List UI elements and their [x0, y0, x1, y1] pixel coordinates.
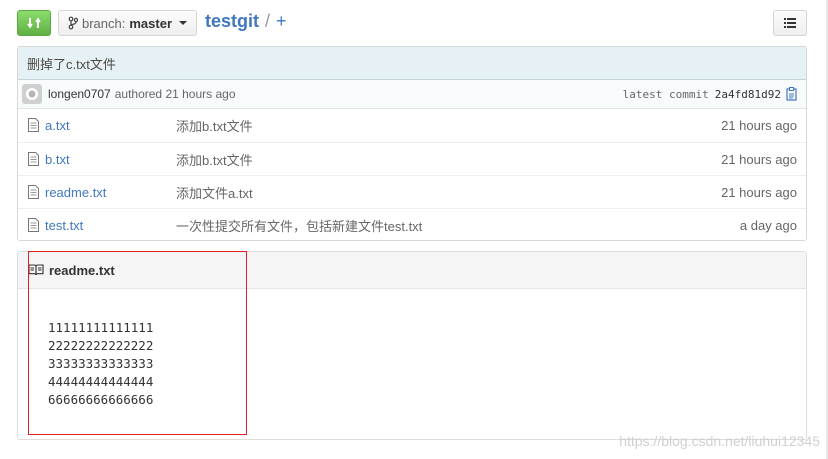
compare-button[interactable]: [17, 10, 51, 36]
file-icon: [28, 152, 39, 169]
commit-meta: longen0707 authored 21 hours ago latest …: [18, 80, 806, 109]
list-menu-button[interactable]: [773, 10, 807, 36]
commit-author-link[interactable]: longen0707: [48, 87, 111, 101]
commit-time: authored 21 hours ago: [114, 87, 236, 101]
octocat-icon: [26, 88, 38, 100]
breadcrumb: testgit / +: [205, 11, 287, 32]
file-name-link[interactable]: b.txt: [45, 152, 70, 167]
file-commit-message[interactable]: 添加文件a.txt: [176, 183, 253, 202]
file-age: a day ago: [739, 217, 797, 233]
file-name-link[interactable]: readme.txt: [45, 185, 106, 200]
file-name-link[interactable]: a.txt: [45, 118, 70, 133]
readme-line: 66666666666666: [48, 392, 154, 407]
avatar[interactable]: [22, 84, 42, 104]
branch-name: master: [129, 15, 173, 31]
compare-icon: [27, 17, 41, 29]
path-separator: /: [265, 11, 271, 31]
readme-content: 11111111111111 22222222222222 3333333333…: [18, 289, 806, 409]
commit-sha-link[interactable]: 2a4fd81d92: [715, 88, 781, 101]
list-icon: [784, 18, 796, 28]
file-age: 21 hours ago: [721, 184, 797, 200]
file-row: b.txt 添加b.txt文件 21 hours ago: [18, 142, 806, 175]
file-icon: [28, 218, 39, 235]
repo-toolbar: branch: master testgit / +: [17, 10, 807, 36]
readme-line: 33333333333333: [48, 356, 154, 371]
latest-commit-label: latest commit: [622, 87, 709, 101]
file-age: 21 hours ago: [721, 151, 797, 167]
book-icon: [28, 264, 44, 276]
file-row: test.txt 一次性提交所有文件，包括新建文件test.txt a day …: [18, 208, 806, 240]
file-row: a.txt 添加b.txt文件 21 hours ago: [18, 109, 806, 142]
branch-selector[interactable]: branch: master: [58, 10, 198, 36]
file-row: readme.txt 添加文件a.txt 21 hours ago: [18, 175, 806, 208]
file-list: a.txt 添加b.txt文件 21 hours ago b.txt 添加b.t…: [18, 109, 806, 240]
readme-panel: readme.txt 11111111111111 22222222222222…: [17, 251, 807, 440]
readme-header: readme.txt: [18, 252, 806, 289]
clipboard-icon[interactable]: [786, 87, 798, 101]
readme-line: 44444444444444: [48, 374, 154, 389]
commit-message[interactable]: 删掉了c.txt文件: [18, 47, 806, 80]
file-age: 21 hours ago: [721, 118, 797, 133]
file-commit-message[interactable]: 添加b.txt文件: [176, 150, 253, 169]
branch-icon: [68, 16, 78, 30]
file-commit-message[interactable]: 一次性提交所有文件，包括新建文件test.txt: [176, 216, 422, 235]
file-commit-message[interactable]: 添加b.txt文件: [176, 116, 253, 135]
repo-name-link[interactable]: testgit: [205, 11, 259, 32]
file-icon: [28, 185, 39, 202]
branch-prefix: branch:: [82, 15, 126, 31]
watermark: https://blog.csdn.net/liuhui12345: [619, 433, 820, 449]
file-icon: [28, 118, 39, 135]
file-name-link[interactable]: test.txt: [45, 218, 83, 233]
readme-line: 22222222222222: [48, 338, 154, 353]
readme-line: 11111111111111: [48, 320, 154, 335]
chevron-down-icon: [179, 21, 188, 25]
add-file-button[interactable]: +: [276, 11, 287, 32]
readme-title: readme.txt: [49, 262, 115, 278]
file-navigation: 删掉了c.txt文件 longen0707 authored 21 hours …: [17, 46, 807, 241]
